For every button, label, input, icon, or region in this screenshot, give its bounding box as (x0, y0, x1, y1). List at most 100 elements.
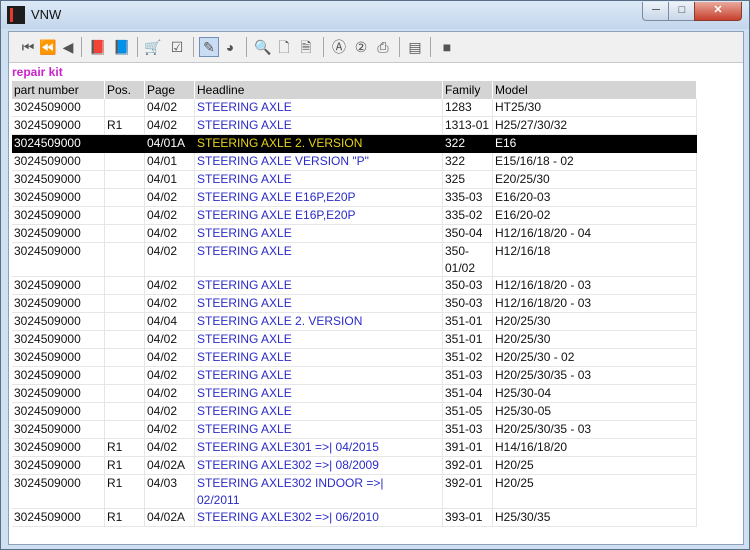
page-cell: 04/02 (145, 385, 195, 403)
column-header-page[interactable]: Page (145, 81, 195, 99)
family-cell: 351-02 (443, 349, 493, 367)
pencil-tool-icon[interactable]: ✎ (199, 37, 219, 57)
toolbar: ⏮ ⏪ ◀ 📕 📘 🛒 ☑ ✎ ◕ 🔍 🗋 🗎 Ⓐ ② ⎙ ▤ ■ (9, 32, 743, 63)
position-cell (105, 385, 145, 403)
page-pointer-icon[interactable]: 🗎 (297, 38, 315, 56)
table-row[interactable]: 3024509000 R1 04/02A STEERING AXLE302 =>| 0… (12, 457, 697, 475)
previous-record-icon[interactable]: ◀ (59, 38, 77, 56)
page-cell: 04/02 (145, 207, 195, 225)
position-cell (105, 331, 145, 349)
part-number-cell: 3024509000 (12, 367, 105, 385)
part-number-cell: 3024509000 (12, 99, 105, 117)
table-row[interactable]: 3024509000 04/02 STEERING AXLE 351-03 H20/25… (12, 421, 697, 439)
part-number-cell: 3024509000 (12, 331, 105, 349)
table-row[interactable]: 3024509000 04/02 STEERING AXLE 351-04 H25/30… (12, 385, 697, 403)
first-record-icon[interactable]: ⏮ (19, 38, 37, 56)
model-cell: HT25/30 (493, 99, 697, 117)
family-cell: 322 (443, 135, 493, 153)
toolbar-separator (193, 37, 194, 57)
position-cell: R1 (105, 509, 145, 527)
part-number-cell: 3024509000 (12, 385, 105, 403)
table-row[interactable]: 3024509000 R1 04/03 STEERING AXLE302 INDOOR… (12, 475, 697, 509)
part-number-cell: 3024509000 (12, 475, 105, 509)
column-header-family[interactable]: Family (443, 81, 493, 99)
column-header-model[interactable]: Model (493, 81, 697, 99)
headline-cell: STEERING AXLE302 INDOOR =>| 02/2011 (195, 475, 443, 509)
circle-2-icon[interactable]: ② (352, 38, 370, 56)
headline-cell: STEERING AXLE302 =>| 06/2010 (195, 509, 443, 527)
minimize-button[interactable]: ─ (642, 2, 670, 21)
maximize-button[interactable]: □ (668, 2, 696, 21)
model-cell: H12/16/18/20 - 04 (493, 225, 697, 243)
notes-icon[interactable]: ▤ (406, 38, 424, 56)
table-row[interactable]: 3024509000 04/01A STEERING AXLE 2. VERSION… (12, 135, 697, 153)
table-row[interactable]: 3024509000 04/01 STEERING AXLE VERSION "P"… (12, 153, 697, 171)
headline-cell: STEERING AXLE (195, 421, 443, 439)
table-row[interactable]: 3024509000 04/02 STEERING AXLE 1283 HT25/30 (12, 99, 697, 117)
table-row[interactable]: 3024509000 04/02 STEERING AXLE 350-04 H12/16… (12, 225, 697, 243)
table-row[interactable]: 3024509000 R1 04/02 STEERING AXLE 1313-01 H25… (12, 117, 697, 135)
model-cell: H20/25/30/35 - 03 (493, 367, 697, 385)
table-row[interactable]: 3024509000 04/02 STEERING AXLE 350-03 H12/16… (12, 295, 697, 313)
family-cell: 351-03 (443, 421, 493, 439)
table-row[interactable]: 3024509000 04/02 STEERING AXLE 351-05 H25/30… (12, 403, 697, 421)
stop-icon[interactable]: ■ (438, 38, 456, 56)
headline-cell: STEERING AXLE (195, 277, 443, 295)
headline-cell: STEERING AXLE (195, 243, 443, 277)
previous-page-icon[interactable]: ⏪ (39, 38, 57, 56)
model-cell: H25/30-04 (493, 385, 697, 403)
family-cell: 325 (443, 171, 493, 189)
table-row[interactable]: 3024509000 04/02 STEERING AXLE 350- 01/02 H1… (12, 243, 697, 277)
part-number-cell: 3024509000 (12, 189, 105, 207)
position-cell (105, 313, 145, 331)
table-row[interactable]: 3024509000 04/02 STEERING AXLE E16P,E20P 33… (12, 189, 697, 207)
close-button[interactable]: ✕ (694, 2, 742, 21)
family-cell: 350-04 (443, 225, 493, 243)
part-number-cell: 3024509000 (12, 509, 105, 527)
book-forward-icon[interactable]: 📘 (113, 38, 131, 56)
model-cell: E20/25/30 (493, 171, 697, 189)
page-icon[interactable]: 🗋 (275, 38, 293, 56)
table-row[interactable]: 3024509000 04/02 STEERING AXLE 351-03 H20/25… (12, 367, 697, 385)
zoom-icon[interactable]: 🔍 (254, 38, 272, 56)
table-row[interactable]: 3024509000 04/04 STEERING AXLE 2. VERSION 3… (12, 313, 697, 331)
model-cell: E16/20-02 (493, 207, 697, 225)
position-cell (105, 207, 145, 225)
table-row[interactable]: 3024509000 04/01 STEERING AXLE 325 E20/25/30 (12, 171, 697, 189)
family-cell: 392-01 (443, 475, 493, 509)
position-cell (105, 171, 145, 189)
column-header-pos[interactable]: Pos. (105, 81, 145, 99)
table-row[interactable]: 3024509000 04/02 STEERING AXLE E16P,E20P 33… (12, 207, 697, 225)
book-back-icon[interactable]: 📕 (89, 38, 107, 56)
circle-a-icon[interactable]: Ⓐ (330, 38, 348, 56)
table-row[interactable]: 3024509000 04/02 STEERING AXLE 350-03 H12/16… (12, 277, 697, 295)
part-number-cell: 3024509000 (12, 207, 105, 225)
headline-cell: STEERING AXLE E16P,E20P (195, 189, 443, 207)
headline-cell: STEERING AXLE (195, 99, 443, 117)
model-cell: H20/25/30/35 - 03 (493, 421, 697, 439)
page-cell: 04/02 (145, 99, 195, 117)
table-row[interactable]: 3024509000 04/02 STEERING AXLE 351-01 H20/25… (12, 331, 697, 349)
title-bar[interactable]: VNW ─ □ ✕ (1, 1, 749, 29)
globe-icon[interactable]: ◕ (221, 38, 239, 56)
table-row[interactable]: 3024509000 R1 04/02A STEERING AXLE302 =>| 0… (12, 509, 697, 527)
table-row[interactable]: 3024509000 04/02 STEERING AXLE 351-02 H20/25… (12, 349, 697, 367)
part-number-cell: 3024509000 (12, 421, 105, 439)
checklist-icon[interactable]: ☑ (168, 38, 186, 56)
part-number-cell: 3024509000 (12, 277, 105, 295)
cart-icon[interactable]: 🛒 (144, 38, 162, 56)
table-row[interactable]: 3024509000 R1 04/02 STEERING AXLE301 =>| 04… (12, 439, 697, 457)
position-cell: R1 (105, 457, 145, 475)
print-icon[interactable]: ⎙ (374, 38, 392, 56)
toolbar-separator (137, 37, 138, 57)
headline-cell: STEERING AXLE (195, 225, 443, 243)
model-cell: H25/30-05 (493, 403, 697, 421)
family-cell: 392-01 (443, 457, 493, 475)
part-number-cell: 3024509000 (12, 117, 105, 135)
column-header-headline[interactable]: Headline (195, 81, 443, 99)
headline-cell: STEERING AXLE (195, 331, 443, 349)
part-number-cell: 3024509000 (12, 295, 105, 313)
column-header-part-number[interactable]: part number (12, 81, 105, 99)
model-cell: H20/25 (493, 457, 697, 475)
model-cell: H25/30/35 (493, 509, 697, 527)
